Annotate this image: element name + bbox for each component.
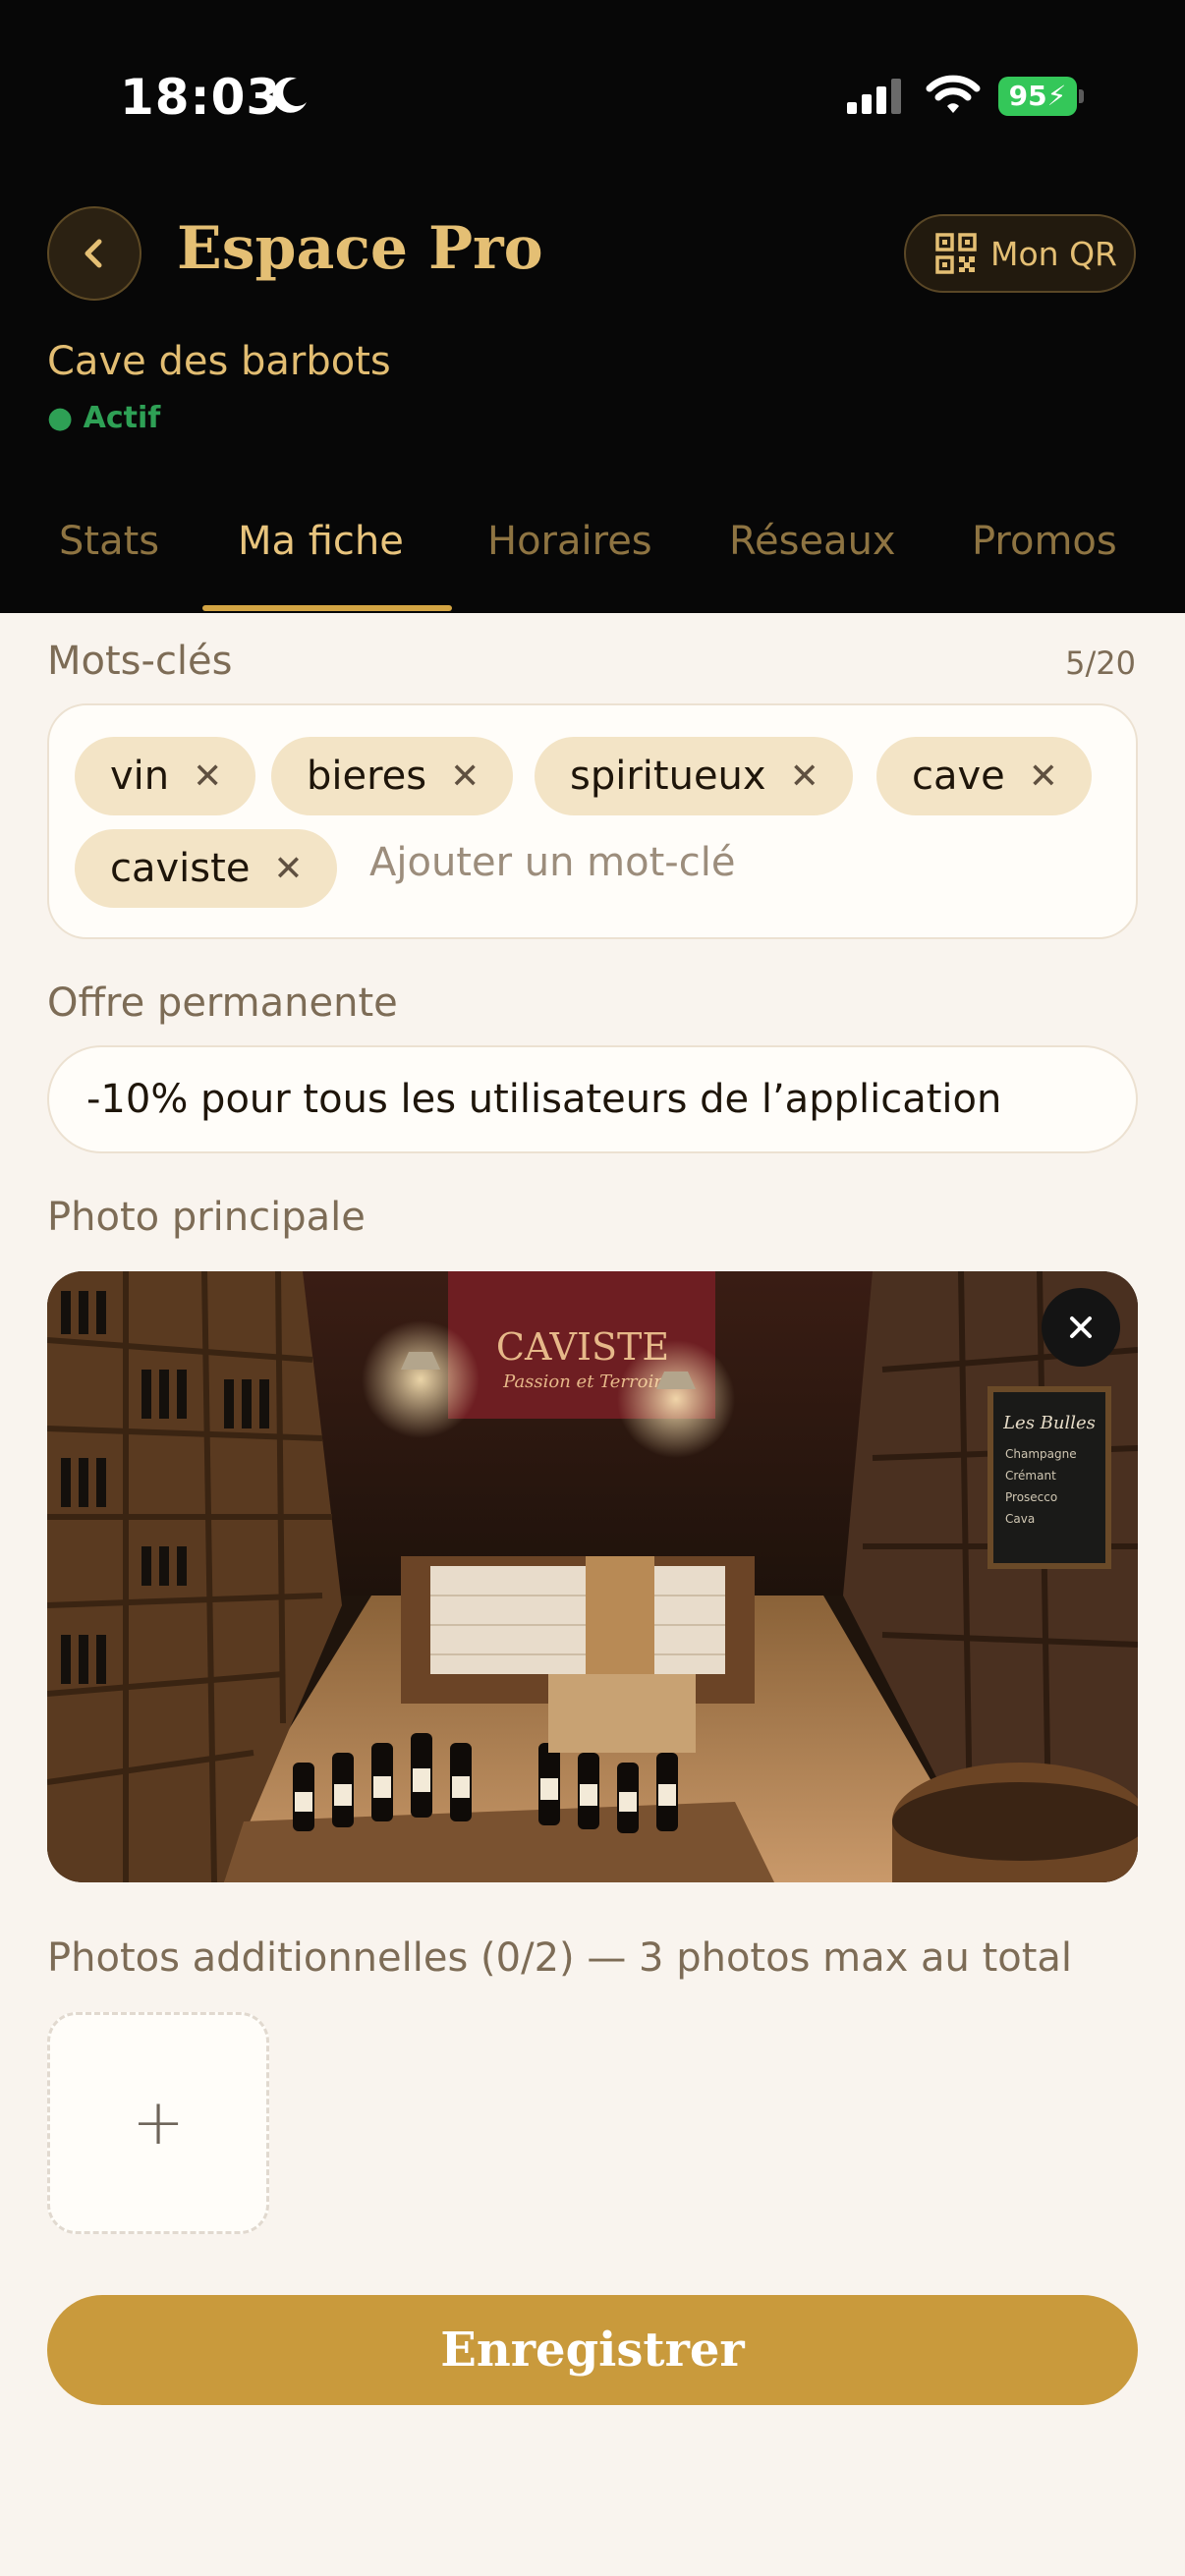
tab-ma-fiche[interactable]: Ma fiche: [238, 519, 404, 564]
save-button[interactable]: Enregistrer: [47, 2295, 1138, 2405]
shop-name: Cave des barbots: [47, 339, 391, 384]
battery-tip: [1079, 89, 1084, 103]
plus-icon: +: [132, 2087, 185, 2159]
back-button[interactable]: [47, 206, 141, 301]
remove-keyword-icon[interactable]: ✕: [450, 756, 480, 797]
chalkboard-item: Champagne: [1005, 1447, 1077, 1461]
chalkboard-title: Les Bulles: [1002, 1413, 1096, 1433]
main-photo-label: Photo principale: [47, 1195, 366, 1240]
tab-horaires[interactable]: Horaires: [487, 519, 652, 564]
app-header: 18:03 95⚡ Espace Pro Mon QR Cave des bar…: [0, 0, 1185, 613]
tab-stats[interactable]: Stats: [59, 519, 159, 564]
additional-photos-label: Photos additionnelles (0/2) — 3 photos m…: [47, 1935, 1073, 1981]
keyword-chip-label: spiritueux: [570, 754, 766, 799]
remove-keyword-icon[interactable]: ✕: [790, 756, 819, 797]
keyword-chip-label: caviste: [110, 846, 251, 891]
keyword-chip: caviste ✕: [75, 829, 337, 908]
offer-label: Offre permanente: [47, 980, 398, 1026]
wifi-icon: [926, 75, 981, 120]
keyword-chip: cave ✕: [876, 737, 1092, 815]
close-icon: [1070, 1316, 1092, 1338]
add-keyword-input[interactable]: [369, 833, 1057, 892]
chalkboard-item: Cava: [1005, 1512, 1035, 1526]
keyword-chip-label: vin: [110, 754, 170, 799]
chalkboard-item: Crémant: [1005, 1469, 1056, 1483]
tab-bar: Stats Ma fiche Horaires Réseaux Promos: [0, 511, 1185, 613]
qr-code-icon: [935, 233, 977, 274]
tab-promos[interactable]: Promos: [972, 519, 1117, 564]
main-photo: Les Bulles Champagne Crémant Prosecco Ca…: [47, 1271, 1138, 1882]
my-qr-button[interactable]: Mon QR: [904, 214, 1136, 293]
battery-indicator: 95⚡: [998, 77, 1077, 116]
active-tab-indicator: [202, 605, 452, 611]
battery-level: 95: [1008, 80, 1047, 112]
keyword-chip: bieres ✕: [271, 737, 514, 815]
chalkboard-item: Prosecco: [1005, 1490, 1057, 1504]
remove-keyword-icon[interactable]: ✕: [1029, 756, 1058, 797]
keyword-chip: vin ✕: [75, 737, 256, 815]
wine-shop-photo: Les Bulles Champagne Crémant Prosecco Ca…: [47, 1271, 1138, 1882]
remove-keyword-icon[interactable]: ✕: [193, 756, 222, 797]
page-title: Espace Pro: [177, 214, 543, 283]
remove-keyword-icon[interactable]: ✕: [273, 849, 303, 889]
keyword-chip-label: bieres: [307, 754, 427, 799]
status-time: 18:03: [120, 69, 282, 126]
my-qr-label: Mon QR: [990, 234, 1117, 273]
keywords-field[interactable]: vin ✕ bieres ✕ spiritueux ✕ cave ✕ caviste ✕: [47, 703, 1138, 939]
keyword-chip: spiritueux ✕: [535, 737, 853, 815]
signal-icon: [847, 79, 906, 118]
status-badge: ● Actif: [47, 401, 161, 435]
tab-reseaux[interactable]: Réseaux: [729, 519, 896, 564]
keyword-chip-label: cave: [912, 754, 1005, 799]
keywords-label: Mots-clés: [47, 639, 233, 684]
chevron-left-icon: [85, 239, 102, 268]
add-photo-button[interactable]: +: [47, 2012, 269, 2234]
moon-icon: [269, 75, 310, 120]
remove-photo-button[interactable]: [1042, 1288, 1120, 1367]
keywords-counter: 5/20: [1065, 644, 1136, 682]
offer-input[interactable]: [47, 1045, 1138, 1153]
